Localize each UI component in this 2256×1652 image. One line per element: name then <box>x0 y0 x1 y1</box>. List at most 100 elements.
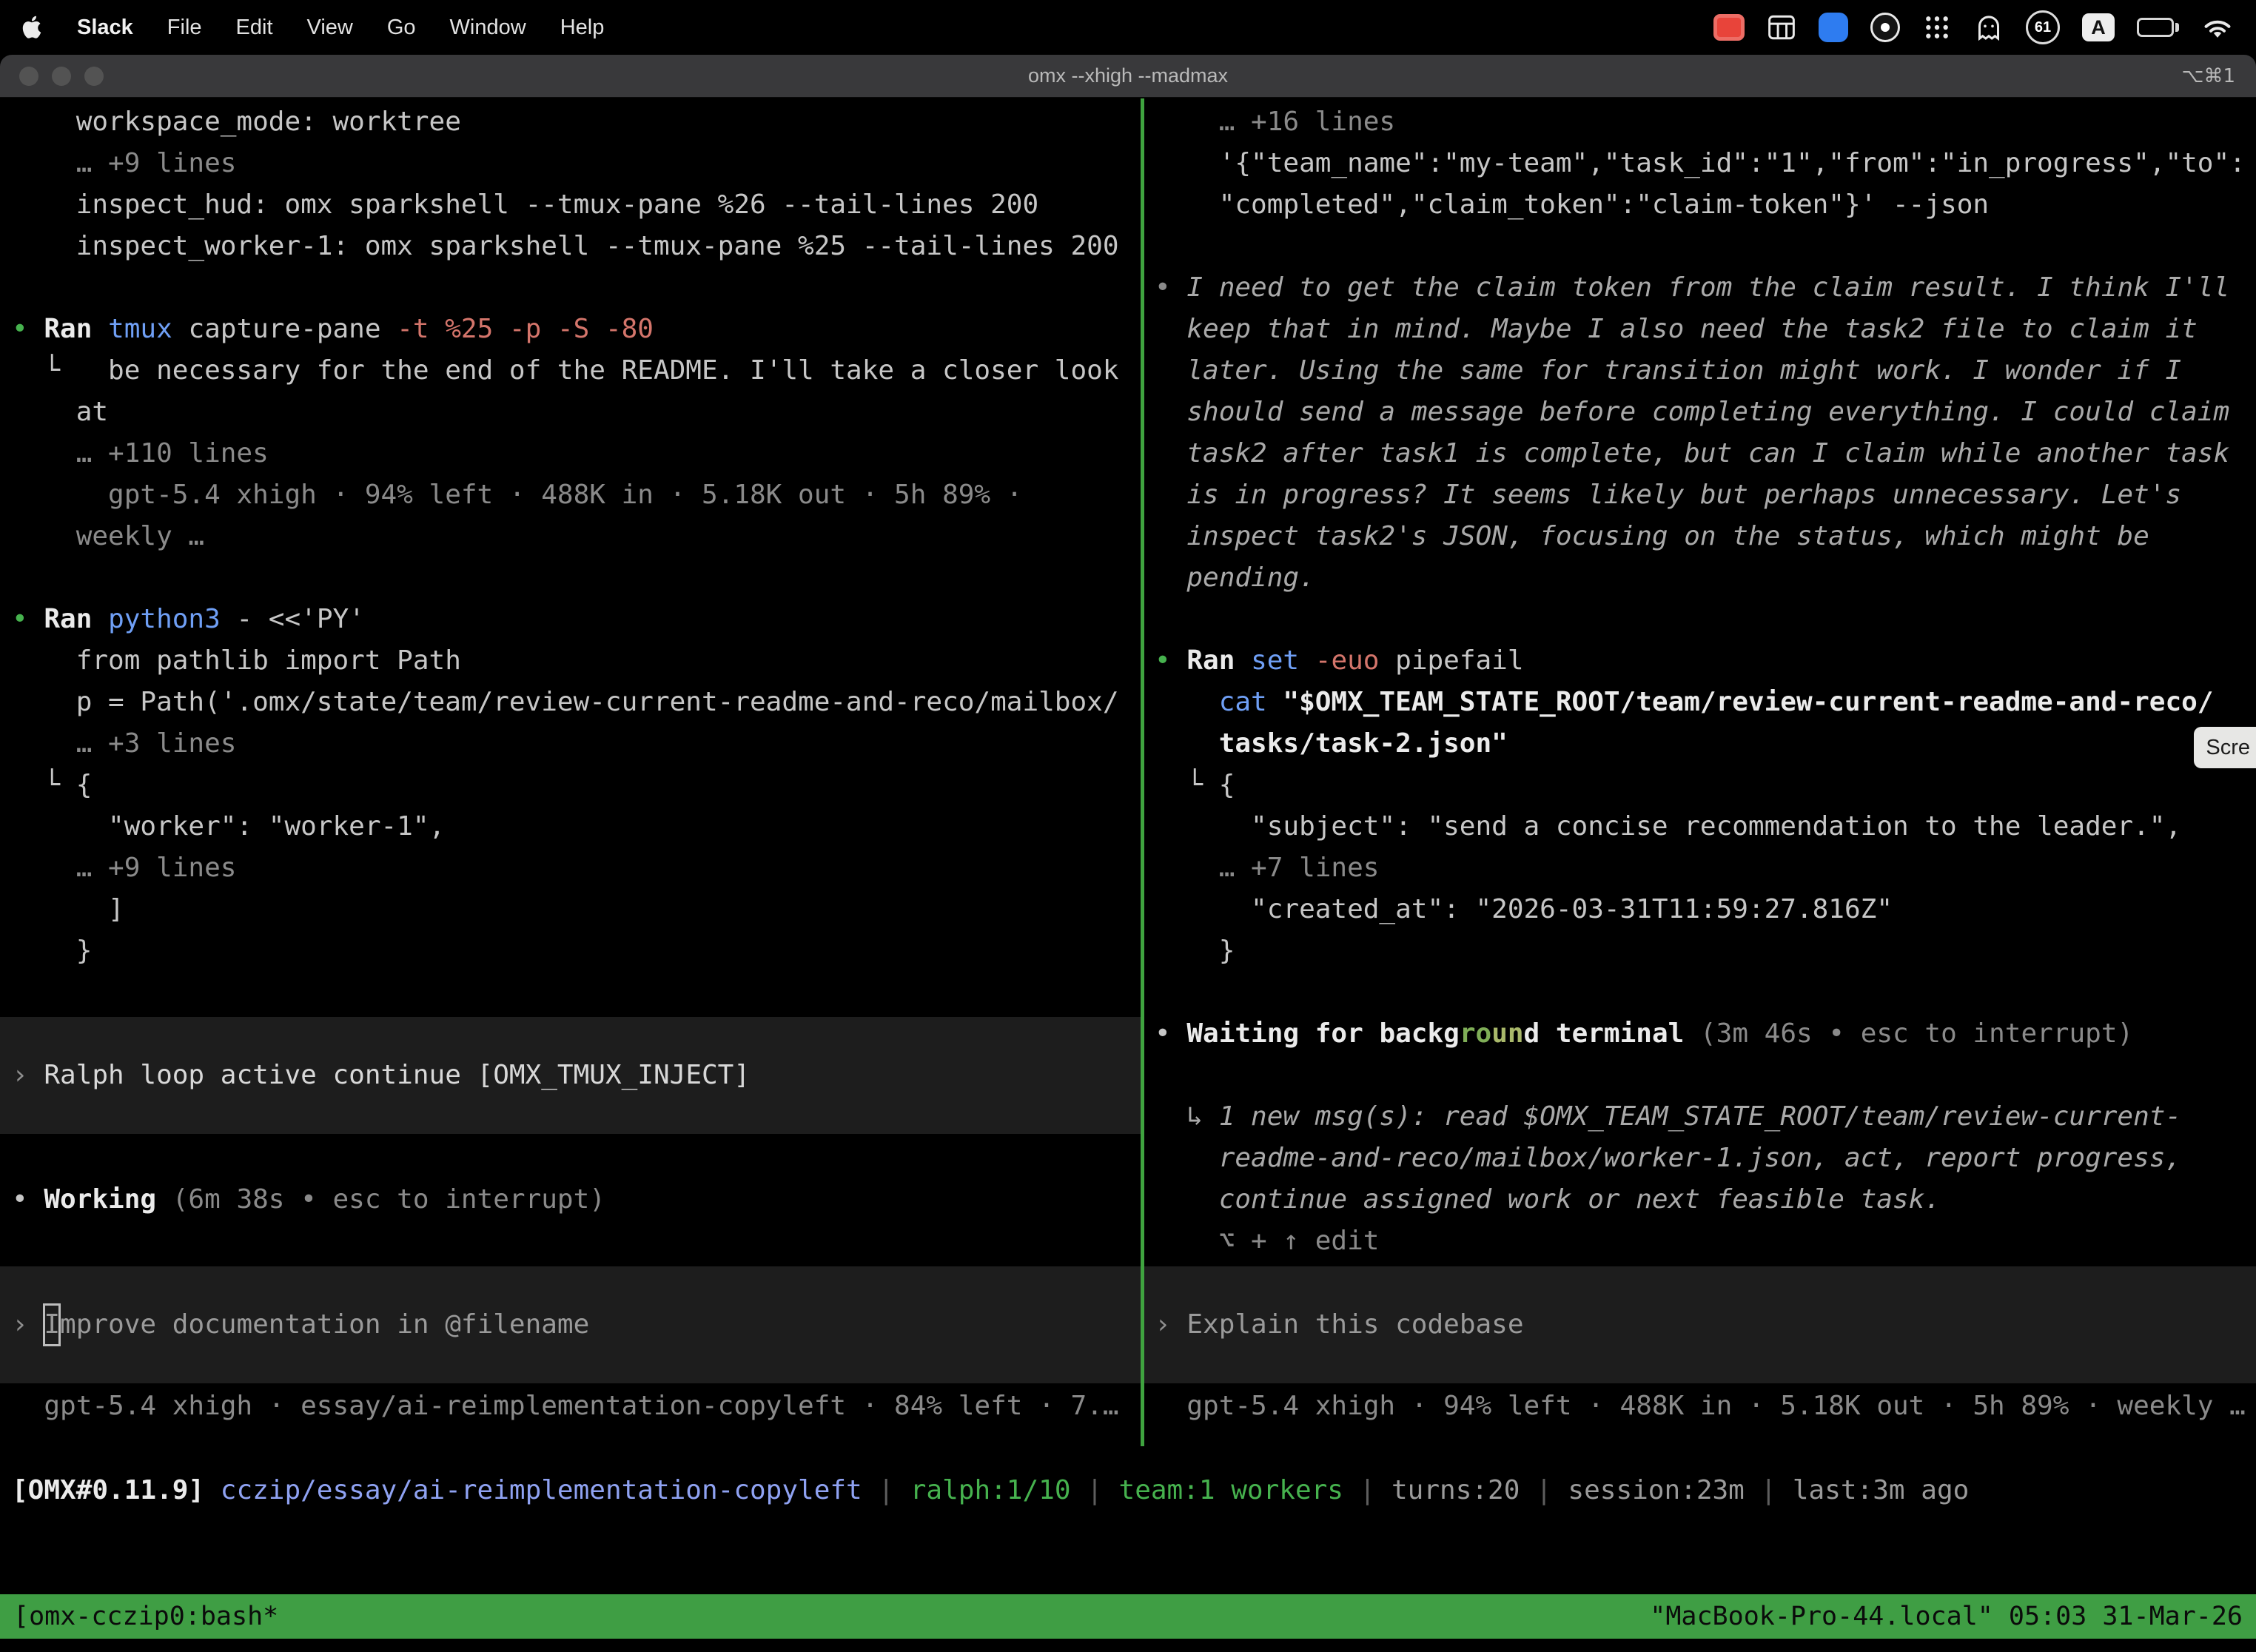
terminal-line: └ { <box>12 765 1141 806</box>
terminal-line: … +7 lines <box>1155 847 2256 889</box>
terminal-line: inspect_worker-1: omx sparkshell --tmux-… <box>12 226 1141 267</box>
text-segment: … +3 lines <box>12 728 236 759</box>
terminal-line: "completed","claim_token":"claim-token"}… <box>1155 184 2256 226</box>
text-segment: (3m 46s • esc to interrupt) <box>1700 1018 2133 1049</box>
text-segment: is in progress? It seems likely but perh… <box>1155 480 2181 510</box>
record-dot-icon[interactable] <box>1870 13 1900 42</box>
menu-edit[interactable]: Edit <box>236 16 273 40</box>
tmux-session-label: [omx-cczip0:bash* <box>13 1602 278 1631</box>
text-segment: gpt-5.4 xhigh · essay/ai-reimplementatio… <box>12 1391 1119 1421</box>
text-segment: readme-and-reco/mailbox/worker-1.json, a… <box>1155 1143 2181 1173</box>
terminal-line: task2 after task1 is complete, but can I… <box>1155 433 2256 474</box>
screenshot-toast[interactable]: Scre <box>2194 727 2256 768</box>
spacer <box>12 972 1141 1017</box>
battery-body <box>2137 18 2174 37</box>
terminal-line: gpt-5.4 xhigh · 94% left · 488K in · 5.1… <box>1155 1386 2256 1427</box>
text-segment: … +9 lines <box>12 853 236 883</box>
text-segment: • <box>1155 272 1186 303</box>
text-segment: | <box>1520 1475 1568 1505</box>
terminal-line: from pathlib import Path <box>12 640 1141 682</box>
text-segment: python3 <box>108 604 236 634</box>
text-segment: weekly … <box>12 521 204 551</box>
text-segment: › <box>12 1055 44 1096</box>
terminal-line: … +9 lines <box>12 847 1141 889</box>
text-segment: gpt-5.4 xhigh · 94% left · 488K in · 5.1… <box>1155 1391 2246 1421</box>
terminal-line: inspect_hud: omx sparkshell --tmux-pane … <box>12 184 1141 226</box>
terminal-line: • Ran tmux capture-pane -t %25 -p -S -80 <box>12 309 1141 350</box>
left-terminal-pane[interactable]: workspace_mode: worktree … +9 lines insp… <box>0 98 1141 1652</box>
input-source-icon[interactable]: A <box>2082 13 2115 41</box>
text-segment: - <<'PY' <box>236 604 364 634</box>
minimize-button[interactable] <box>52 67 71 86</box>
prompt-row[interactable]: › Explain this codebase <box>1144 1266 2256 1383</box>
menu-file[interactable]: File <box>167 16 202 40</box>
text-segment: mprove documentation in @filename <box>60 1304 589 1346</box>
prompt-row[interactable]: › Improve documentation in @filename <box>0 1266 1141 1383</box>
spacer <box>12 1220 1141 1266</box>
text-segment: team:1 workers <box>1119 1475 1343 1505</box>
text-segment: tasks/task-2.json" <box>1155 728 1508 759</box>
terminal-line: workspace_mode: worktree <box>12 101 1141 143</box>
prompt-row[interactable]: › Ralph loop active continue [OMX_TMUX_I… <box>0 1017 1141 1134</box>
terminal-line: p = Path('.omx/state/team/review-current… <box>12 682 1141 723</box>
text-segment: … +7 lines <box>1155 853 1379 883</box>
terminal-line: keep that in mind. Maybe I also need the… <box>1155 309 2256 350</box>
text-segment: set <box>1251 645 1315 676</box>
terminal-line: … +9 lines <box>12 143 1141 184</box>
text-segment: Ran <box>1186 645 1251 676</box>
text-segment: … +16 lines <box>1155 107 1395 137</box>
text-segment: (6m 38s • esc to interrupt) <box>172 1184 605 1215</box>
terminal-line: later. Using the same for transition mig… <box>1155 350 2256 392</box>
terminal-line: readme-and-reco/mailbox/worker-1.json, a… <box>1155 1138 2256 1179</box>
text-segment: ] <box>12 894 124 924</box>
omx-status-line: [OMX#0.11.9] cczip/essay/ai-reimplementa… <box>0 1470 2256 1511</box>
raycast-icon[interactable] <box>1819 13 1848 42</box>
terminal-line: } <box>1155 930 2256 972</box>
right-terminal-pane[interactable]: … +16 lines '{"team_name":"my-team","tas… <box>1144 98 2256 1652</box>
app-grid-icon[interactable] <box>1922 13 1952 42</box>
text-segment: } <box>12 936 92 966</box>
terminal-line <box>1155 226 2256 267</box>
apple-menu-icon[interactable] <box>22 16 43 39</box>
text-segment: tmux <box>108 314 188 344</box>
title-bar[interactable]: omx --xhigh --madmax ⌥⌘1 <box>0 55 2256 98</box>
menu-app-name[interactable]: Slack <box>77 16 133 40</box>
apple-icon <box>22 16 43 39</box>
screen-recording-icon[interactable] <box>1713 14 1745 41</box>
battery-gauge-icon[interactable]: 61 <box>2026 10 2060 44</box>
terminal-line: cat "$OMX_TEAM_STATE_ROOT/team/review-cu… <box>1155 682 2256 723</box>
table-grid-icon[interactable] <box>1767 14 1796 41</box>
text-segment: p = Path('.omx/state/team/review-current… <box>12 687 1119 717</box>
text-segment: task2 after task1 is complete, but can I… <box>1155 438 2229 469</box>
battery-nub <box>2175 23 2179 32</box>
text-segment: at <box>12 397 108 427</box>
spacer <box>12 1134 1141 1179</box>
text-segment: › <box>1155 1304 1186 1346</box>
close-button[interactable] <box>19 67 38 86</box>
terminal-line: } <box>12 930 1141 972</box>
text-segment: -t %25 -p -S -80 <box>397 314 654 344</box>
text-segment: later. Using the same for transition mig… <box>1155 355 2181 386</box>
menu-view[interactable]: View <box>307 16 353 40</box>
terminal-line <box>1155 1055 2256 1096</box>
text-segment: last:3m ago <box>1793 1475 1969 1505</box>
text-segment: -euo <box>1315 645 1395 676</box>
terminal-line: [OMX#0.11.9] cczip/essay/ai-reimplementa… <box>12 1470 2256 1511</box>
text-segment: └ { <box>1155 770 1235 800</box>
text-segment: "completed","claim_token":"claim-token"}… <box>1155 189 1989 220</box>
text-segment: d terminal <box>1524 1018 1700 1049</box>
menu-window[interactable]: Window <box>450 16 526 40</box>
battery-icon[interactable] <box>2137 18 2179 37</box>
text-segment: I need to get the claim token from the c… <box>1186 272 2229 303</box>
ghost-icon[interactable] <box>1974 13 2004 42</box>
terminal-line: gpt-5.4 xhigh · 94% left · 488K in · 5.1… <box>12 474 1141 516</box>
terminal-line: "subject": "send a concise recommendatio… <box>1155 806 2256 847</box>
menu-go[interactable]: Go <box>387 16 416 40</box>
terminal-line: weekly … <box>12 516 1141 557</box>
zoom-button[interactable] <box>84 67 104 86</box>
text-segment: … +110 lines <box>12 438 269 469</box>
wifi-icon[interactable] <box>2201 15 2234 40</box>
window-shortcut-hint: ⌥⌘1 <box>2181 55 2235 97</box>
menu-help[interactable]: Help <box>560 16 605 40</box>
text-segment: "$OMX_TEAM_STATE_ROOT/team/review-curren… <box>1283 687 2213 717</box>
